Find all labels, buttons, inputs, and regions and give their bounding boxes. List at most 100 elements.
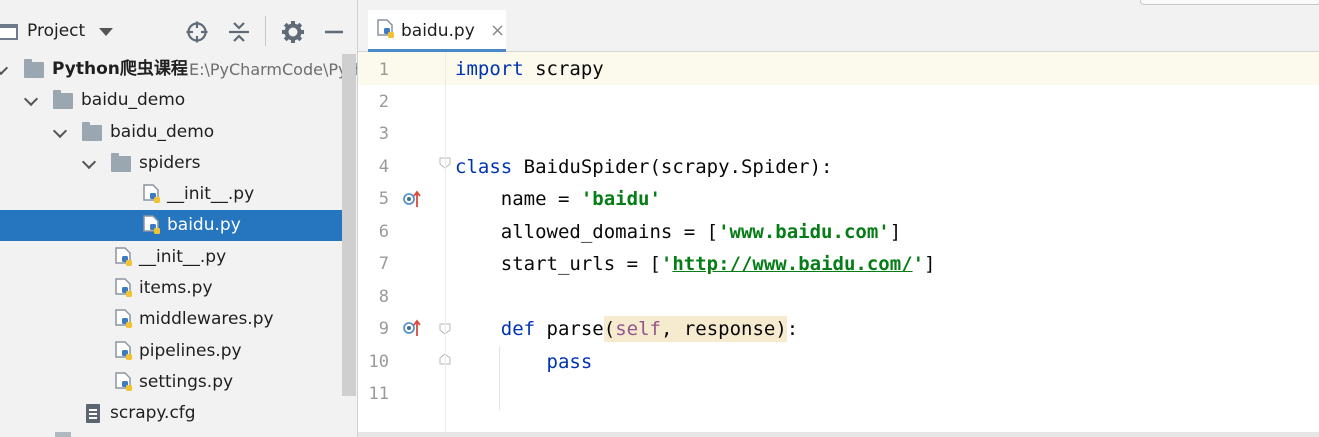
code-link[interactable]: http://www.baidu.com/ [672, 253, 912, 275]
code-text: ] [924, 253, 936, 275]
code-text: scrapy [523, 58, 604, 80]
crosshair-icon[interactable] [185, 20, 209, 44]
editor-gutter[interactable]: 1 2 3 4 5 6 7 8 9 10 11 [358, 52, 451, 437]
tree-item-baidu-demo[interactable]: baidu_demo [0, 85, 342, 116]
code-string-quote: ' [660, 253, 673, 275]
config-file-icon [86, 404, 100, 423]
python-file-icon [143, 184, 160, 203]
code-text: allowed_domains = [ [455, 221, 719, 243]
line-number: 3 [378, 124, 389, 144]
folder-icon [53, 90, 73, 109]
code-self: self [615, 318, 661, 340]
code-line-4[interactable]: class BaiduSpider(scrapy.Spider): [455, 155, 833, 179]
chevron-down-icon[interactable] [99, 28, 113, 36]
folder-icon [82, 122, 102, 141]
code-line-9[interactable]: def parse(self, response): [455, 316, 799, 342]
line-number: 8 [378, 287, 389, 307]
folder-icon [111, 153, 131, 172]
tree-item-label: Python爬虫课程 [52, 59, 188, 79]
code-text: : [786, 318, 799, 340]
tree-item-label: baidu_demo [81, 90, 186, 110]
code-line-6[interactable]: allowed_domains = ['www.baidu.com'] [455, 220, 901, 244]
folder-icon [24, 59, 44, 78]
gutter-separator [445, 52, 446, 437]
override-icon[interactable] [403, 318, 423, 338]
python-file-icon [143, 215, 160, 234]
tree-item-spiders-init[interactable]: __init__.py [0, 179, 342, 210]
code-params-highlight: (self, response) [603, 316, 787, 342]
code-line-5[interactable]: name = 'baidu' [455, 187, 661, 211]
code-paren: ) [775, 318, 787, 340]
toolbar-separator [265, 16, 266, 46]
python-file-icon [115, 372, 132, 391]
code-string-quote: ' [912, 253, 925, 275]
code-string: 'www.baidu.com' [718, 221, 890, 243]
project-panel-scrollbar[interactable] [342, 54, 356, 396]
code-text: start_urls = [ [455, 253, 661, 275]
chevron-down-icon[interactable] [52, 123, 68, 139]
tree-item-pipelines[interactable]: pipelines.py [0, 336, 342, 367]
line-number: 7 [378, 254, 389, 274]
line-number: 10 [368, 352, 389, 372]
project-window-icon [0, 24, 18, 40]
python-file-icon [115, 247, 132, 266]
code-text: ] [889, 221, 902, 243]
python-file-icon [115, 278, 132, 297]
tree-item-spiders[interactable]: spiders [0, 148, 342, 179]
code-line-1[interactable]: import scrapy [455, 57, 604, 81]
gear-icon[interactable] [281, 20, 305, 44]
tree-item-label: items.py [139, 278, 213, 298]
chevron-down-icon[interactable] [81, 154, 97, 170]
tree-item-label: spiders [139, 153, 201, 173]
code-string: 'baidu' [580, 188, 661, 210]
code-keyword: class [455, 156, 513, 178]
chevron-down-icon[interactable] [0, 60, 9, 76]
line-number: 9 [378, 319, 389, 339]
tree-item-settings[interactable]: settings.py [0, 367, 342, 398]
code-text: parse [535, 318, 604, 340]
close-icon[interactable]: × [490, 20, 505, 42]
tree-item-label: middlewares.py [139, 309, 274, 329]
project-panel: Project Python爬虫课程 E:\PyCharmCode\Pyth b… [0, 0, 358, 437]
line-number: 6 [378, 222, 389, 242]
code-paren: ( [603, 318, 616, 340]
project-panel-title[interactable]: Project [27, 20, 85, 42]
tree-item-label: settings.py [139, 372, 234, 392]
tree-item-baidu-py[interactable]: baidu.py [0, 210, 342, 241]
python-file-icon [115, 309, 132, 328]
tree-item-project-root[interactable]: Python爬虫课程 E:\PyCharmCode\Pyth [0, 54, 357, 85]
code-text: name = [455, 188, 581, 210]
editor-horizontal-scrollbar[interactable] [358, 432, 1319, 437]
code-line-10[interactable]: pass [455, 350, 593, 374]
tree-item-scrapy-cfg[interactable]: scrapy.cfg [0, 398, 342, 429]
code-text: , response [660, 318, 776, 340]
ide-window: Project Python爬虫课程 E:\PyCharmCode\Pyth b… [0, 0, 1319, 437]
tree-item-init[interactable]: __init__.py [0, 242, 342, 273]
python-file-icon [377, 19, 394, 38]
tree-item-label: baidu_demo [110, 122, 215, 142]
tree-item-middlewares[interactable]: middlewares.py [0, 304, 342, 335]
line-number: 4 [378, 157, 389, 177]
code-keyword: def [500, 318, 536, 340]
tree-item-label: __init__.py [167, 184, 255, 204]
python-file-icon [115, 341, 132, 360]
minimize-icon[interactable] [322, 20, 346, 44]
chevron-down-icon[interactable] [23, 91, 39, 107]
code-keyword: import [455, 58, 524, 80]
tree-item-baidu-demo-package[interactable]: baidu_demo [0, 117, 342, 148]
tree-item-label: __init__.py [139, 247, 227, 267]
code-line-7[interactable]: start_urls = ['http://www.baidu.com/'] [455, 252, 936, 276]
override-icon[interactable] [403, 189, 423, 209]
line-number: 5 [378, 189, 389, 209]
project-panel-header: Project [0, 8, 357, 54]
tab-baidu-py[interactable]: baidu.py × [368, 10, 506, 52]
code-keyword: pass [546, 351, 593, 373]
tree-item-items[interactable]: items.py [0, 273, 342, 304]
tab-label: baidu.py [401, 21, 475, 41]
collapse-all-icon[interactable] [227, 20, 251, 44]
tree-item-label: pipelines.py [139, 341, 242, 361]
tree-item-path: E:\PyCharmCode\Pyth [189, 60, 358, 79]
line-number: 2 [378, 92, 389, 112]
